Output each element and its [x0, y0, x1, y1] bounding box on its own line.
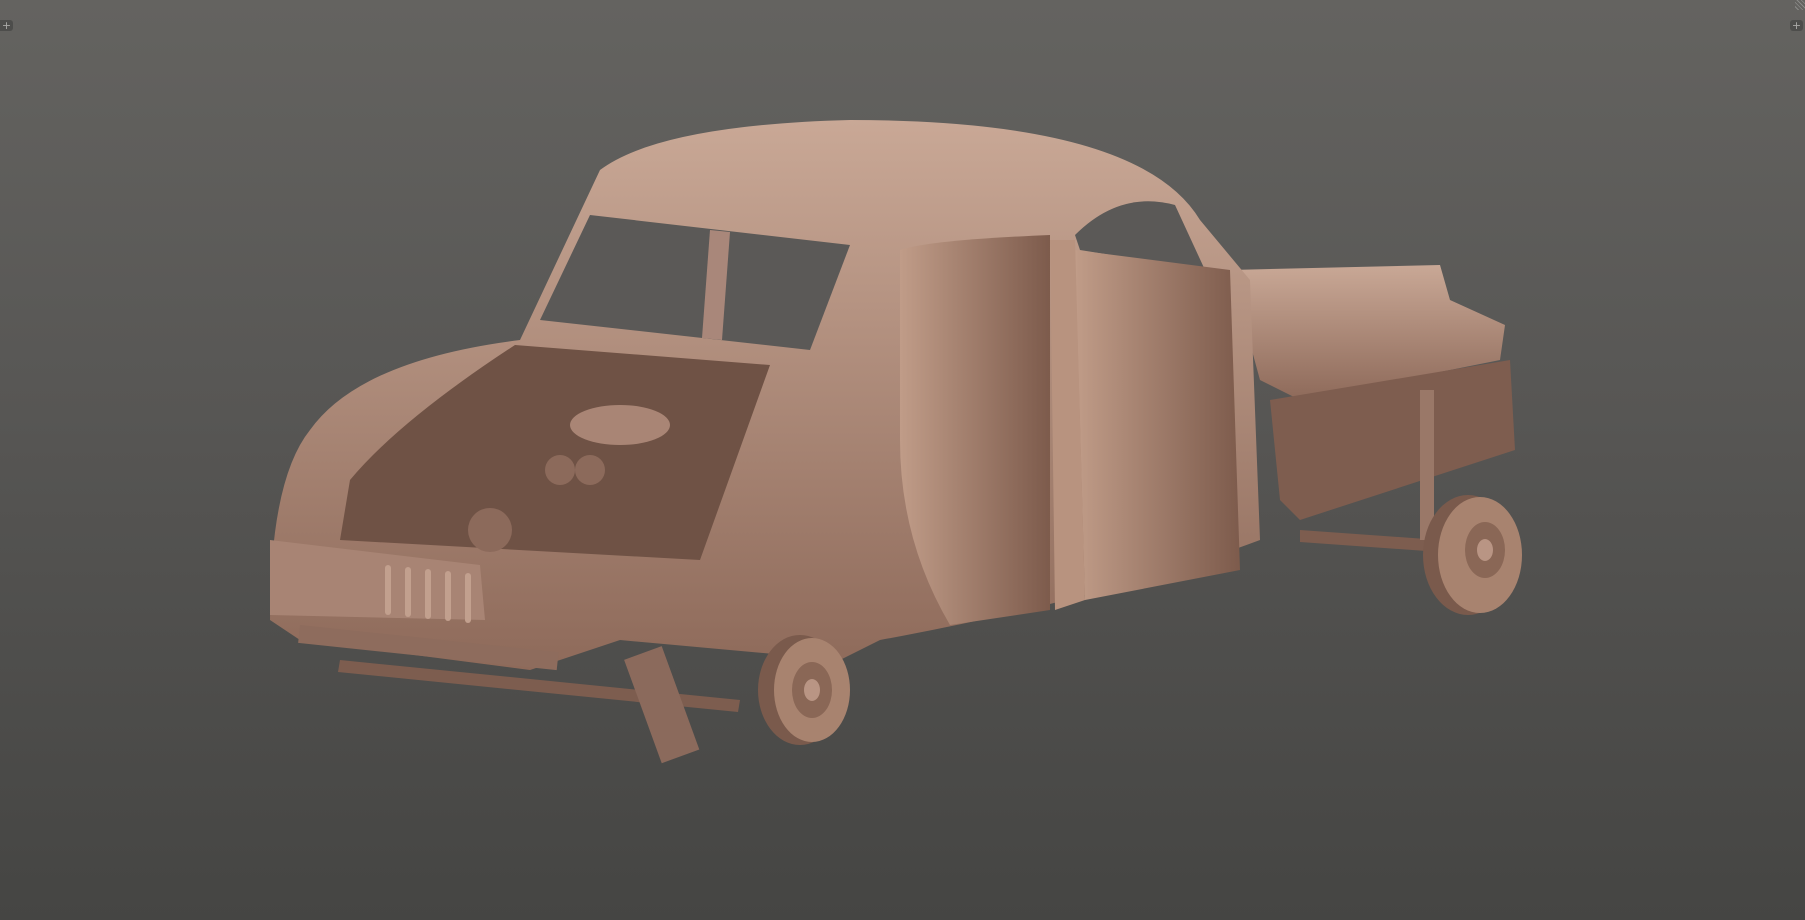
front-wheel: [758, 635, 850, 745]
rear-wheel: [1423, 495, 1522, 615]
3d-viewport[interactable]: [0, 0, 1805, 920]
rear-axle: [1300, 530, 1440, 552]
air-cleaner: [570, 405, 670, 445]
split-viewport-right-button[interactable]: +: [1790, 20, 1803, 31]
door-opening: [900, 235, 1050, 625]
car-model: [270, 120, 1522, 764]
plus-icon: +: [1791, 19, 1802, 32]
split-viewport-left-button[interactable]: +: [0, 20, 13, 31]
plus-icon: +: [1, 19, 12, 32]
resize-corner-icon[interactable]: [1795, 0, 1805, 10]
